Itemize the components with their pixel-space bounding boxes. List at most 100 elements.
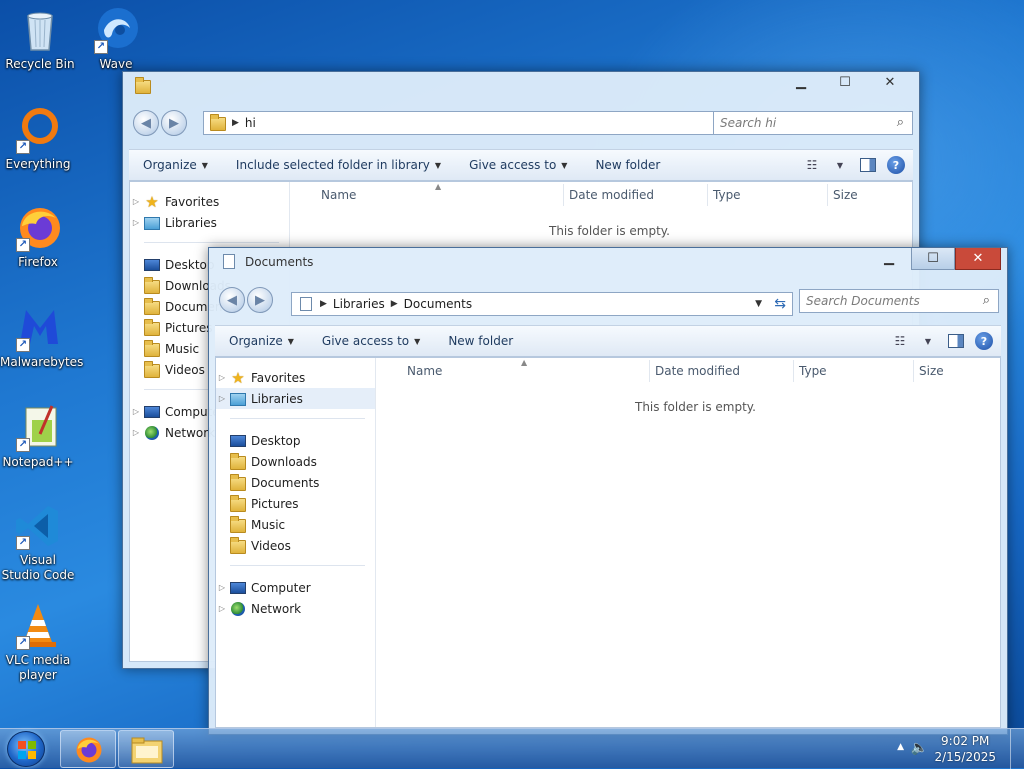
expand-arrow-icon[interactable]: ▷ <box>216 373 228 382</box>
nav-item-documents[interactable]: Documents <box>216 472 375 493</box>
help-icon[interactable]: ? <box>887 156 905 174</box>
search-icon[interactable]: ⌕ <box>897 115 904 130</box>
nav-item-libraries[interactable]: ▷ Libraries <box>130 212 289 233</box>
column-size[interactable]: Size <box>833 188 858 202</box>
nav-item-favorites[interactable]: ▷ ★ Favorites <box>216 367 375 388</box>
desktop-icon-everything[interactable]: ↗ Everything <box>0 106 76 172</box>
title-bar[interactable]: Documents ▁ ☐ ✕ <box>209 248 1007 276</box>
nav-item-network[interactable]: ▷ Network <box>216 598 375 619</box>
firefox-icon <box>76 737 102 763</box>
column-name[interactable]: Name <box>407 364 442 378</box>
expand-arrow-icon[interactable]: ▷ <box>216 394 228 403</box>
clock-time: 9:02 PM <box>941 734 990 748</box>
expand-arrow-icon[interactable]: ▷ <box>130 407 142 416</box>
show-desktop-button[interactable] <box>1010 729 1024 769</box>
back-button[interactable]: ◀ <box>219 287 245 313</box>
notepadpp-icon: ↗ <box>14 404 62 452</box>
desktop-icon-firefox[interactable]: ↗ Firefox <box>0 204 76 270</box>
wave-icon: ↗ <box>92 6 140 54</box>
start-button[interactable] <box>7 731 45 767</box>
desktop-icon-notepadpp[interactable]: ↗ Notepad++ <box>0 404 76 470</box>
taskbar-firefox-button[interactable] <box>60 730 116 768</box>
expand-arrow-icon[interactable]: ▷ <box>216 604 228 613</box>
column-name[interactable]: Name <box>321 188 356 202</box>
new-folder-button[interactable]: New folder <box>434 334 527 348</box>
include-in-library-button[interactable]: Include selected folder in library ▼ <box>222 158 455 172</box>
expand-arrow-icon[interactable]: ▷ <box>130 428 142 437</box>
library-icon <box>144 215 160 231</box>
column-date-modified[interactable]: Date modified <box>569 188 654 202</box>
forward-button[interactable]: ▶ <box>247 287 273 313</box>
desktop-icon <box>144 257 160 273</box>
column-size[interactable]: Size <box>919 364 944 378</box>
give-access-button[interactable]: Give access to ▼ <box>455 158 581 172</box>
help-icon[interactable]: ? <box>975 332 993 350</box>
breadcrumb-documents[interactable]: Documents <box>404 297 472 311</box>
desktop-icon <box>230 433 246 449</box>
minimize-button[interactable]: ▁ <box>867 248 911 270</box>
chevron-down-icon[interactable]: ▼ <box>831 157 849 173</box>
volume-icon[interactable]: 🔈 <box>911 740 928 756</box>
maximize-button[interactable]: ☐ <box>823 72 867 94</box>
expand-arrow-icon[interactable]: ▷ <box>130 218 142 227</box>
library-icon <box>230 391 246 407</box>
expand-arrow-icon[interactable]: ▷ <box>216 583 228 592</box>
nav-item-computer[interactable]: ▷ Computer <box>216 577 375 598</box>
music-folder-icon <box>144 339 160 357</box>
organize-label: Organize <box>143 158 197 172</box>
give-access-label: Give access to <box>321 334 410 348</box>
taskbar-file-explorer-button[interactable] <box>118 730 174 768</box>
nav-item-pictures[interactable]: Pictures <box>216 493 375 514</box>
search-icon[interactable]: ⌕ <box>983 293 990 308</box>
explorer-window-documents[interactable]: Documents ▁ ☐ ✕ ◀ ▶ ▶ Libraries ▶ Docume… <box>208 247 1008 735</box>
column-type[interactable]: Type <box>713 188 741 202</box>
desktop-icon-recycle-bin[interactable]: Recycle Bin <box>2 6 78 72</box>
desktop-icon-wave[interactable]: ↗ Wave <box>78 6 154 72</box>
forward-button[interactable]: ▶ <box>161 110 187 136</box>
refresh-icon[interactable]: ⇆ <box>774 296 786 312</box>
organize-button[interactable]: Organize ▼ <box>129 158 222 172</box>
empty-folder-message: This folder is empty. <box>549 224 670 238</box>
breadcrumb-libraries[interactable]: Libraries <box>333 297 385 311</box>
desktop-icon-malwarebytes[interactable]: ↗ Malwarebytes <box>0 304 83 370</box>
address-dropdown-icon[interactable]: ▼ <box>755 299 762 309</box>
nav-item-favorites[interactable]: ▷ ★ Favorites <box>130 191 289 212</box>
address-bar[interactable]: ▶ Libraries ▶ Documents ▼ ⇆ <box>291 292 793 316</box>
nav-item-videos[interactable]: Videos <box>216 535 375 556</box>
search-box[interactable]: Search Documents ⌕ <box>799 289 999 313</box>
back-button[interactable]: ◀ <box>133 110 159 136</box>
preview-pane-icon[interactable] <box>947 333 965 349</box>
give-access-button[interactable]: Give access to ▼ <box>308 334 434 348</box>
network-icon <box>230 601 246 617</box>
nav-label: Pictures <box>251 496 299 511</box>
preview-pane-icon[interactable] <box>859 157 877 173</box>
nav-item-music[interactable]: Music <box>216 514 375 535</box>
breadcrumb-hi[interactable]: hi <box>245 116 256 130</box>
shortcut-arrow-icon: ↗ <box>16 636 30 650</box>
new-folder-button[interactable]: New folder <box>581 158 674 172</box>
show-hidden-icons-icon[interactable]: ▲ <box>897 742 904 752</box>
column-date-modified[interactable]: Date modified <box>655 364 740 378</box>
clock[interactable]: 9:02 PM 2/15/2025 <box>934 733 996 765</box>
chevron-down-icon[interactable]: ▼ <box>919 333 937 349</box>
desktop-icon-label: Everything <box>5 157 71 171</box>
title-bar[interactable]: ▁ ☐ ✕ <box>123 72 919 100</box>
close-button[interactable]: ✕ <box>955 248 1001 270</box>
maximize-button[interactable]: ☐ <box>911 248 955 270</box>
view-options-icon[interactable]: ☷ <box>891 333 909 349</box>
system-tray: ▲ 🔈 9:02 PM 2/15/2025 <box>884 729 1024 769</box>
organize-button[interactable]: Organize ▼ <box>215 334 308 348</box>
file-explorer-icon <box>131 737 163 764</box>
column-type[interactable]: Type <box>799 364 827 378</box>
view-options-icon[interactable]: ☷ <box>803 157 821 173</box>
nav-item-libraries[interactable]: ▷ Libraries <box>216 388 375 409</box>
downloads-folder-icon <box>230 452 246 470</box>
close-button[interactable]: ✕ <box>867 72 913 94</box>
desktop-icon-vlc[interactable]: ↗ VLC media player <box>0 602 76 683</box>
search-box[interactable]: Search hi ⌕ <box>713 111 913 135</box>
minimize-button[interactable]: ▁ <box>779 72 823 94</box>
desktop-icon-vscode[interactable]: ↗ Visual Studio Code <box>0 502 76 583</box>
nav-item-downloads[interactable]: Downloads <box>216 451 375 472</box>
nav-item-desktop[interactable]: Desktop <box>216 430 375 451</box>
expand-arrow-icon[interactable]: ▷ <box>130 197 142 206</box>
